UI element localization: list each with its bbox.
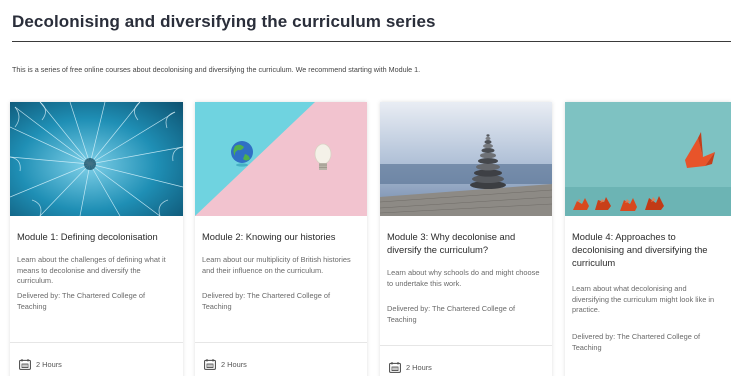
course-card-module-4[interactable]: Module 4: Approaches to decolonising and…	[565, 102, 731, 376]
calendar-icon	[19, 359, 31, 370]
card-duration: 2 Hours	[389, 362, 432, 373]
calendar-icon	[204, 359, 216, 370]
duration-label: 2 Hours	[221, 360, 247, 369]
card-description: Learn about why schools do and might cho…	[387, 268, 540, 288]
card-delivered-by: Delivered by: The Chartered College of T…	[572, 332, 701, 352]
paper-crane-image[interactable]	[565, 102, 731, 216]
calendar-icon	[389, 362, 401, 373]
course-card-module-3[interactable]: Module 3: Why decolonise and diversify t…	[380, 102, 552, 376]
card-divider	[10, 342, 183, 343]
duration-label: 2 Hours	[36, 360, 62, 369]
card-description: Learn about the challenges of defining w…	[17, 255, 166, 285]
card-title[interactable]: Module 3: Why decolonise and diversify t…	[387, 230, 545, 256]
card-divider	[380, 345, 552, 346]
intro-text: This is a series of free online courses …	[12, 65, 421, 74]
card-description: Learn about our multiplicity of British …	[202, 255, 351, 275]
card-title[interactable]: Module 2: Knowing our histories	[202, 230, 360, 243]
card-delivered-by: Delivered by: The Chartered College of T…	[202, 291, 331, 311]
card-delivered-by: Delivered by: The Chartered College of T…	[387, 304, 516, 324]
card-delivered-by: Delivered by: The Chartered College of T…	[17, 291, 146, 311]
card-description: Learn about what decolonising and divers…	[572, 284, 715, 314]
card-duration: 2 Hours	[19, 359, 62, 370]
card-duration: 2 Hours	[204, 359, 247, 370]
duration-label: 2 Hours	[406, 363, 432, 372]
course-card-list: Module 1: Defining decolonisation Learn …	[10, 102, 731, 376]
globe-lightbulb-image[interactable]	[195, 102, 367, 216]
card-title[interactable]: Module 4: Approaches to decolonising and…	[572, 230, 724, 269]
course-card-module-2[interactable]: Module 2: Knowing our histories Learn ab…	[195, 102, 367, 376]
dandelion-seeds-image[interactable]	[10, 102, 183, 216]
page-title: Decolonising and diversifying the curric…	[12, 12, 436, 31]
course-card-module-1[interactable]: Module 1: Defining decolonisation Learn …	[10, 102, 183, 376]
title-divider	[12, 41, 731, 42]
card-divider	[195, 342, 367, 343]
card-title[interactable]: Module 1: Defining decolonisation	[17, 230, 176, 243]
stacked-stones-image[interactable]	[380, 102, 552, 216]
